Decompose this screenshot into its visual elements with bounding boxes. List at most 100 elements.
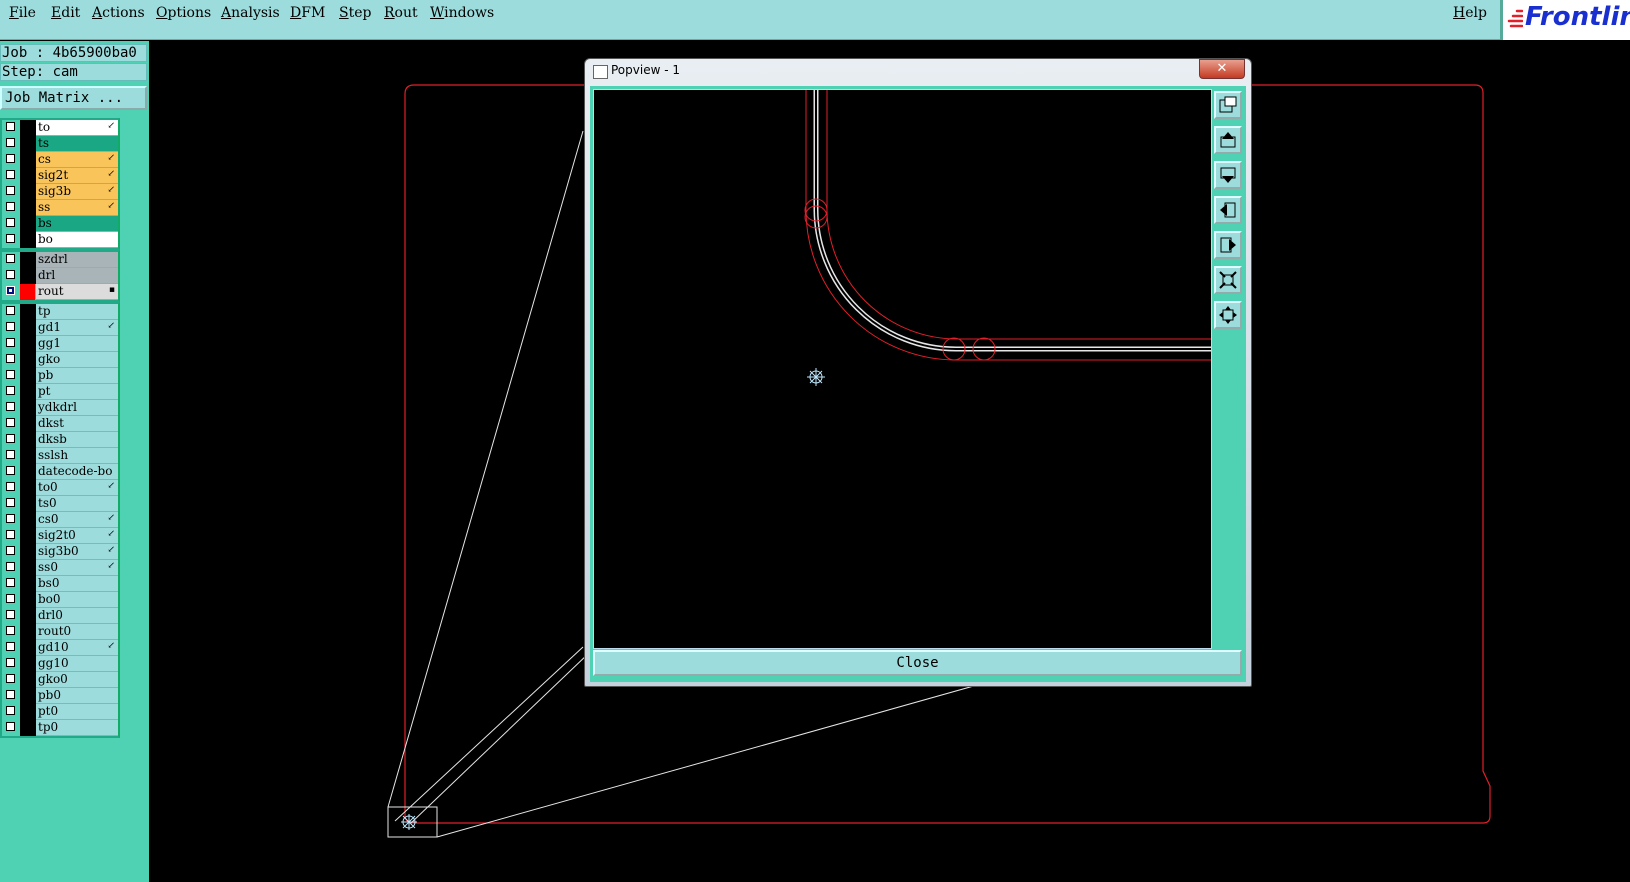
layer-name[interactable]: ydkdrl: [36, 400, 118, 415]
layer-name[interactable]: gko0: [36, 672, 118, 687]
layer-name[interactable]: gg1: [36, 336, 118, 351]
layer-color-swatch[interactable]: [20, 544, 36, 560]
layer-color-swatch[interactable]: [20, 368, 36, 384]
layer-color-swatch[interactable]: [20, 252, 36, 268]
layer-checkbox[interactable]: [6, 202, 15, 211]
zoom-home-button[interactable]: [1214, 91, 1242, 119]
layer-checkbox[interactable]: [6, 626, 15, 635]
layer-row-sslsh[interactable]: sslsh: [2, 448, 118, 464]
layer-color-swatch[interactable]: [20, 352, 36, 368]
layer-color-swatch[interactable]: [20, 656, 36, 672]
layer-checkbox[interactable]: [6, 546, 15, 555]
layer-name[interactable]: pb0: [36, 688, 118, 703]
layer-color-swatch[interactable]: [20, 528, 36, 544]
layer-checkbox[interactable]: [6, 418, 15, 427]
layer-color-swatch[interactable]: [20, 608, 36, 624]
layer-color-swatch[interactable]: [20, 592, 36, 608]
menu-rout[interactable]: Rout: [384, 5, 418, 21]
layer-row-ts0[interactable]: ts0: [2, 496, 118, 512]
layer-checkbox[interactable]: [6, 690, 15, 699]
layer-checkbox[interactable]: [6, 642, 15, 651]
layer-checkbox[interactable]: [6, 354, 15, 363]
layer-checkbox[interactable]: [6, 338, 15, 347]
layer-name[interactable]: pt0: [36, 704, 118, 719]
layer-row-gg1[interactable]: gg1: [2, 336, 118, 352]
zoom-in-button[interactable]: [1214, 301, 1242, 329]
layer-row-ss[interactable]: ss ↙: [2, 200, 118, 216]
layer-color-swatch[interactable]: [20, 640, 36, 656]
layer-name[interactable]: gko: [36, 352, 118, 367]
layer-name[interactable]: pb: [36, 368, 118, 383]
layer-checkbox[interactable]: [6, 122, 15, 131]
layer-row-ts[interactable]: ts: [2, 136, 118, 152]
job-matrix-button[interactable]: Job Matrix ...: [0, 86, 147, 110]
layer-checkbox[interactable]: [6, 466, 15, 475]
layer-color-swatch[interactable]: [20, 512, 36, 528]
pan-left-button[interactable]: [1214, 196, 1242, 224]
layer-checkbox[interactable]: [6, 306, 15, 315]
layer-row-bs[interactable]: bs: [2, 216, 118, 232]
layer-checkbox[interactable]: [6, 562, 15, 571]
layer-checkbox[interactable]: [6, 386, 15, 395]
layer-name[interactable]: sig2t: [36, 168, 118, 183]
layer-name[interactable]: tp0: [36, 720, 118, 735]
layer-row-tp[interactable]: tp: [2, 304, 118, 320]
layer-color-swatch[interactable]: [20, 336, 36, 352]
menu-step[interactable]: Step: [339, 5, 371, 21]
layer-row-dkst[interactable]: dkst: [2, 416, 118, 432]
layer-checkbox[interactable]: [6, 722, 15, 731]
layer-checkbox[interactable]: [6, 530, 15, 539]
layer-color-swatch[interactable]: [20, 672, 36, 688]
pan-down-button[interactable]: [1214, 161, 1242, 189]
layer-row-gko0[interactable]: gko0: [2, 672, 118, 688]
layer-row-dksb[interactable]: dksb: [2, 432, 118, 448]
layer-checkbox[interactable]: [6, 322, 15, 331]
layer-name[interactable]: sig3b: [36, 184, 118, 199]
layer-name[interactable]: bs: [36, 216, 118, 231]
menu-options[interactable]: Options: [156, 5, 211, 21]
layer-checkbox[interactable]: [6, 402, 15, 411]
layer-row-bs0[interactable]: bs0: [2, 576, 118, 592]
layer-checkbox[interactable]: [6, 578, 15, 587]
layer-row-gd10[interactable]: gd10 ↙: [2, 640, 118, 656]
layer-name[interactable]: rout0: [36, 624, 118, 639]
layer-checkbox[interactable]: [6, 450, 15, 459]
layer-color-swatch[interactable]: [20, 168, 36, 184]
layer-color-swatch[interactable]: [20, 624, 36, 640]
layer-checkbox[interactable]: [6, 706, 15, 715]
layer-name[interactable]: rout: [36, 284, 118, 299]
layer-row-sig2t0[interactable]: sig2t0 ↙: [2, 528, 118, 544]
layer-row-cs0[interactable]: cs0 ↙: [2, 512, 118, 528]
layer-row-drl[interactable]: drl: [2, 268, 118, 284]
menu-analysis[interactable]: Analysis: [221, 5, 280, 21]
layer-row-ydkdrl[interactable]: ydkdrl: [2, 400, 118, 416]
layer-color-swatch[interactable]: [20, 496, 36, 512]
layer-color-swatch[interactable]: [20, 320, 36, 336]
layer-checkbox[interactable]: [6, 434, 15, 443]
layer-color-swatch[interactable]: [20, 232, 36, 248]
layer-row-bo[interactable]: bo: [2, 232, 118, 248]
layer-row-gg10[interactable]: gg10: [2, 656, 118, 672]
menu-actions[interactable]: Actions: [92, 5, 145, 21]
layer-checkbox[interactable]: [6, 658, 15, 667]
layer-row-szdrl[interactable]: szdrl: [2, 252, 118, 268]
layer-name[interactable]: gg10: [36, 656, 118, 671]
layer-name[interactable]: to0: [36, 480, 118, 495]
layer-row-ss0[interactable]: ss0 ↙: [2, 560, 118, 576]
layer-color-swatch[interactable]: [20, 432, 36, 448]
layer-name[interactable]: sslsh: [36, 448, 118, 463]
layer-color-swatch[interactable]: [20, 200, 36, 216]
layer-row-rout[interactable]: rout ▪: [2, 284, 118, 300]
layer-name[interactable]: drl: [36, 268, 118, 283]
layer-name[interactable]: szdrl: [36, 252, 118, 267]
layer-row-sig2t[interactable]: sig2t ↙: [2, 168, 118, 184]
layer-row-sig3b[interactable]: sig3b ↙: [2, 184, 118, 200]
pan-up-button[interactable]: [1214, 126, 1242, 154]
layer-row-gd1[interactable]: gd1 ↙: [2, 320, 118, 336]
layer-name[interactable]: dkst: [36, 416, 118, 431]
layer-color-swatch[interactable]: [20, 560, 36, 576]
layer-checkbox[interactable]: [6, 370, 15, 379]
layer-color-swatch[interactable]: [20, 384, 36, 400]
layer-checkbox[interactable]: [6, 186, 15, 195]
zoom-out-button[interactable]: [1214, 266, 1242, 294]
